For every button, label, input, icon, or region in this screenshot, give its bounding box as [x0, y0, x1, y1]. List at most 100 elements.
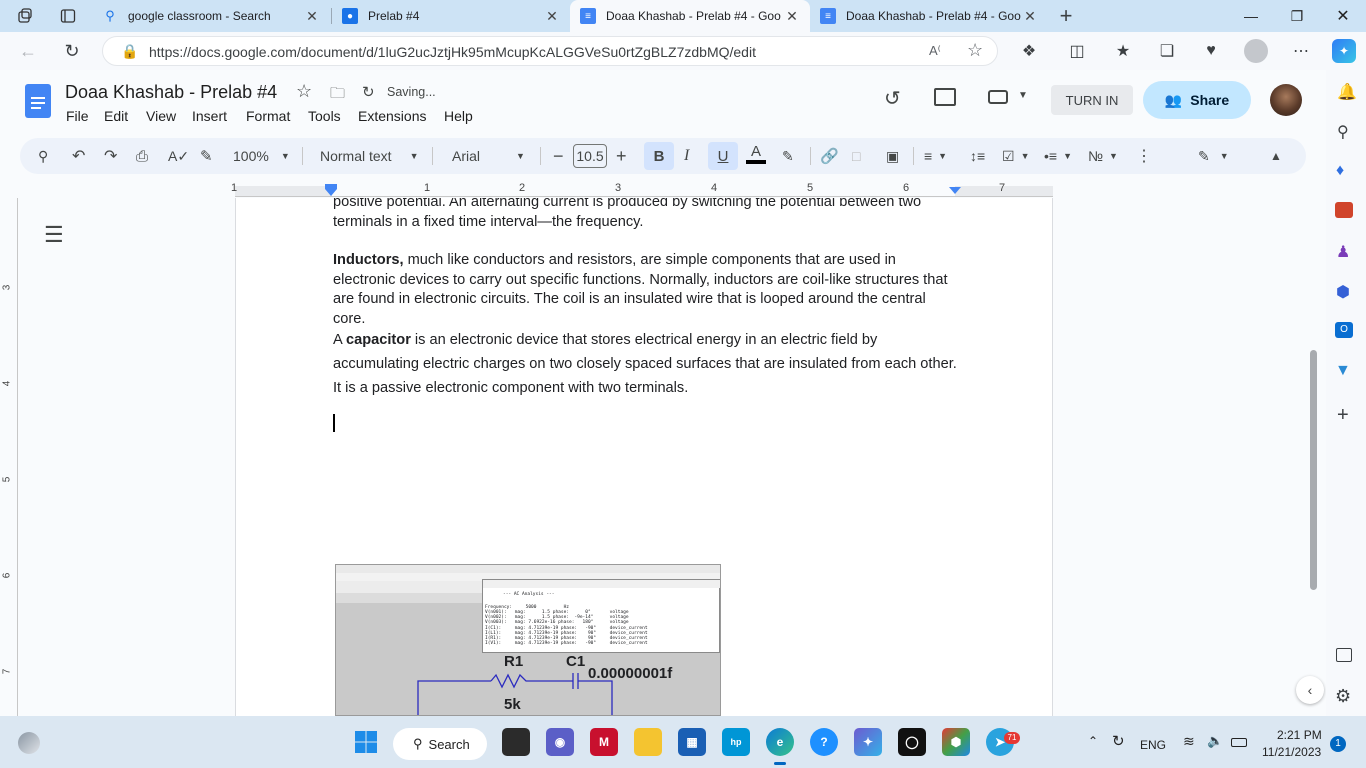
numbered-list-icon[interactable]: № ▼ [1088, 146, 1118, 166]
browser-essentials-icon[interactable]: ♥ [1200, 40, 1222, 62]
more-menu-icon[interactable]: ⋯ [1290, 40, 1312, 62]
copilot-taskbar-icon[interactable]: ✦ [854, 728, 882, 756]
close-icon[interactable]: ✕ [304, 8, 320, 25]
hide-menus-icon[interactable]: ▲ [1270, 146, 1282, 166]
restore-button[interactable]: ❐ [1274, 0, 1320, 32]
volume-mute-icon[interactable]: 🔈 [1207, 733, 1223, 749]
clock-date[interactable]: 11/21/2023 [1262, 745, 1321, 759]
insert-link-icon[interactable]: 🔗 [820, 146, 839, 166]
hide-sidebar-icon[interactable] [1336, 648, 1352, 662]
comments-icon[interactable] [934, 88, 956, 106]
align-left-icon[interactable]: ≡ ▼ [924, 146, 947, 166]
checklist-icon[interactable]: ☑ ▼ [1002, 146, 1029, 166]
workspaces-icon[interactable] [14, 6, 36, 26]
shopping-icon[interactable]: ♦ [1336, 162, 1344, 180]
search-menus-icon[interactable]: ⚲ [38, 146, 48, 166]
url-bar[interactable]: 🔒 https://docs.google.com/document/d/1lu… [102, 36, 998, 66]
turn-in-button[interactable]: TURN IN [1051, 85, 1133, 115]
sync-icon[interactable]: ↻ [1112, 732, 1125, 750]
myhp-icon[interactable]: hp [722, 728, 750, 756]
lock-icon[interactable]: 🔒 [121, 43, 138, 60]
minimize-button[interactable]: — [1228, 0, 1274, 32]
tab-doaa-prelab-active[interactable]: ≡ Doaa Khashab - Prelab #4 - Goo ✕ [570, 0, 810, 32]
italic-button[interactable]: I [684, 146, 689, 166]
menu-insert[interactable]: Insert [192, 108, 227, 124]
document-title[interactable]: Doaa Khashab - Prelab #4 [65, 82, 277, 103]
new-tab-icon[interactable]: + [1054, 3, 1078, 28]
tips-icon[interactable]: ? [810, 728, 838, 756]
m365-icon[interactable]: ⬢ [1336, 282, 1350, 302]
notification-count-badge[interactable]: 1 [1330, 736, 1346, 752]
file-explorer-icon[interactable] [634, 728, 662, 756]
more-options-icon[interactable]: ⋮ [1136, 146, 1152, 166]
menu-help[interactable]: Help [444, 108, 473, 124]
document-page[interactable]: positive potential. An alternating curre… [235, 198, 1053, 716]
right-indent-triangle-icon[interactable] [949, 187, 961, 194]
close-icon[interactable]: ✕ [784, 8, 800, 25]
tools-icon[interactable] [1335, 202, 1353, 218]
editing-mode-icon[interactable]: ✎ ▼ [1198, 146, 1229, 166]
wifi-icon[interactable]: ≋ [1183, 733, 1195, 750]
tab-prelab-4[interactable]: ● Prelab #4 ✕ [332, 0, 570, 32]
favorites-icon[interactable]: ★ [1112, 40, 1134, 62]
insert-image-icon[interactable]: ▣ [886, 146, 899, 166]
highlight-color-icon[interactable]: ✎ [782, 146, 794, 166]
photos-icon[interactable]: ◯ [898, 728, 926, 756]
close-icon[interactable]: ✕ [1022, 8, 1038, 25]
outlook-icon[interactable]: O [1335, 322, 1353, 338]
task-view-icon[interactable] [502, 728, 530, 756]
print-icon[interactable]: ⎙ [136, 146, 148, 166]
menu-extensions[interactable]: Extensions [358, 108, 426, 124]
tab-doaa-prelab-2[interactable]: ≡ Doaa Khashab - Prelab #4 - Goo ✕ [810, 0, 1048, 32]
undo-icon[interactable]: ↶ [72, 146, 85, 166]
decrease-font-size-button[interactable]: − [553, 146, 564, 166]
menu-view[interactable]: View [146, 108, 176, 124]
paragraph-style-select[interactable]: Normal text ▼ [320, 146, 419, 166]
menu-edit[interactable]: Edit [104, 108, 128, 124]
edge-icon[interactable]: e [766, 728, 794, 756]
spellcheck-icon[interactable]: A✓ [168, 146, 189, 166]
circuit-screenshot-image[interactable]: --- AC Analysis --- Frequency: 5000 Hz V… [335, 564, 721, 716]
text-color-button[interactable]: A [746, 144, 766, 164]
app-icon[interactable]: ⬢ [942, 728, 970, 756]
document-outline-icon[interactable]: ☰ [44, 222, 64, 248]
add-sidebar-icon[interactable]: + [1337, 404, 1349, 427]
read-aloud-icon[interactable]: A⁽ [929, 43, 941, 59]
left-indent-triangle-icon[interactable] [325, 189, 337, 196]
menu-tools[interactable]: Tools [308, 108, 341, 124]
paint-format-icon[interactable]: ✎ [200, 146, 213, 166]
meet-icon[interactable] [988, 90, 1008, 104]
games-icon[interactable]: ♟ [1336, 242, 1350, 262]
close-icon[interactable]: ✕ [544, 8, 560, 25]
side-panel-collapse-icon[interactable]: ‹ [1296, 676, 1324, 704]
line-spacing-icon[interactable]: ↕≡ [970, 146, 985, 166]
refresh-icon[interactable]: ↻ [60, 40, 84, 62]
vertical-scrollbar[interactable] [1310, 350, 1317, 590]
add-comment-icon[interactable]: □ [852, 146, 860, 166]
extensions-icon[interactable]: ❖ [1018, 40, 1040, 62]
clock-time[interactable]: 2:21 PM [1277, 728, 1322, 742]
copilot-icon[interactable]: ✦ [1332, 39, 1356, 63]
docs-logo-icon[interactable] [25, 84, 51, 118]
hidden-icons-chevron-icon[interactable]: ⌃ [1088, 734, 1098, 748]
move-folder-icon[interactable]: 🗀 [330, 83, 345, 108]
language-indicator[interactable]: ENG [1140, 738, 1166, 752]
menu-file[interactable]: File [66, 108, 89, 124]
zoom-select[interactable]: 100% ▼ [233, 146, 290, 166]
share-button[interactable]: 👥 Share [1143, 81, 1251, 119]
bulleted-list-icon[interactable]: •≡ ▼ [1044, 146, 1072, 166]
star-icon[interactable]: ☆ [296, 81, 312, 102]
font-size-input[interactable]: 10.5 [573, 144, 607, 168]
search-icon[interactable]: ⚲ [1337, 122, 1349, 142]
settings-gear-icon[interactable]: ⚙ [1335, 686, 1351, 707]
window-close-button[interactable]: ✕ [1320, 0, 1366, 32]
drop-icon[interactable]: ▼ [1335, 362, 1351, 380]
chevron-down-icon[interactable]: ▼ [1018, 90, 1028, 101]
bold-button[interactable]: B [644, 142, 674, 170]
taskbar-search-box[interactable]: ⚲ Search [393, 728, 487, 760]
favorite-star-icon[interactable]: ☆ [967, 40, 983, 61]
version-history-icon[interactable]: ↺ [884, 86, 901, 111]
account-avatar[interactable] [1270, 84, 1302, 116]
underline-button[interactable]: U [708, 142, 738, 170]
start-button[interactable] [352, 728, 380, 756]
